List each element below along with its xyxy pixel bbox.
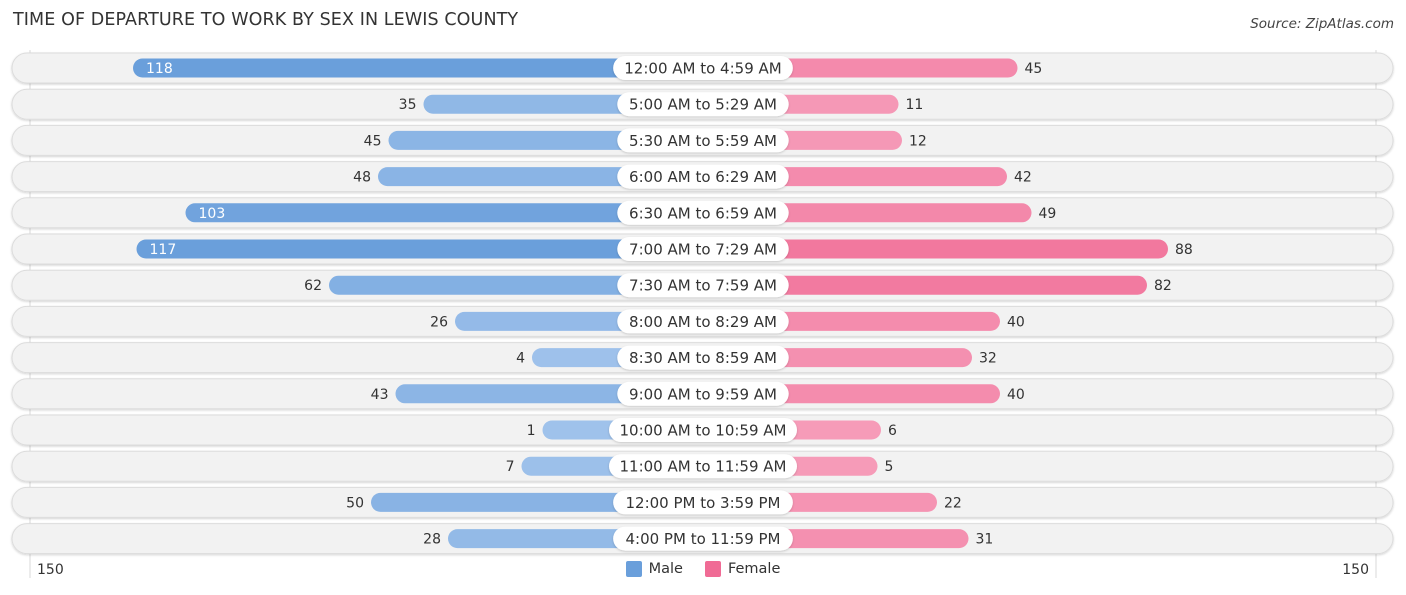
value-label-male: 103: [199, 206, 226, 222]
category-label: 5:00 AM to 5:29 AM: [629, 96, 777, 114]
category-label: 4:00 PM to 11:59 PM: [625, 530, 780, 548]
value-label-male: 45: [364, 133, 382, 149]
category-label: 6:30 AM to 6:59 AM: [629, 204, 777, 222]
value-label-male: 7: [506, 459, 515, 475]
value-label-female: 5: [885, 459, 894, 475]
value-label-male: 118: [146, 61, 173, 77]
category-label: 12:00 PM to 3:59 PM: [625, 494, 780, 512]
value-label-female: 45: [1025, 61, 1043, 77]
value-label-female: 40: [1007, 387, 1025, 403]
value-label-male: 62: [304, 278, 322, 294]
category-label: 8:00 AM to 8:29 AM: [629, 313, 777, 331]
value-label-female: 12: [909, 133, 927, 149]
chart-plot: 118 4512:00 AM to 4:59 AM35 115:00 AM to 5…: [11, 50, 1394, 578]
value-label-male: 28: [423, 532, 441, 548]
value-label-female: 42: [1014, 170, 1032, 186]
value-label-male: 4: [516, 351, 525, 367]
value-label-female: 88: [1175, 242, 1193, 258]
category-label: 11:00 AM to 11:59 AM: [620, 458, 787, 476]
value-label-male: 35: [399, 97, 417, 113]
legend-label-male: Male: [648, 561, 683, 577]
value-label-female: 40: [1007, 314, 1025, 330]
legend-swatch-female: [704, 561, 721, 577]
legend-item-male[interactable]: Male: [625, 561, 683, 577]
value-label-male: 50: [346, 495, 364, 511]
value-label-male: 43: [371, 387, 389, 403]
value-label-male: 117: [150, 242, 177, 258]
category-label: 10:00 AM to 10:59 AM: [620, 422, 787, 440]
legend-item-female[interactable]: Female: [704, 561, 781, 577]
value-label-male: 1: [527, 423, 536, 439]
value-label-male: 48: [353, 170, 371, 186]
value-label-female: 31: [976, 532, 994, 548]
category-label: 9:00 AM to 9:59 AM: [629, 385, 777, 403]
value-label-female: 22: [944, 495, 962, 511]
legend-label-female: Female: [727, 561, 781, 577]
category-label: 7:30 AM to 7:59 AM: [629, 277, 777, 295]
category-label: 8:30 AM to 8:59 AM: [629, 349, 777, 367]
legend: Male Female: [0, 561, 1406, 577]
value-label-female: 32: [979, 351, 997, 367]
category-label: 5:30 AM to 5:59 AM: [629, 132, 777, 150]
legend-swatch-male: [625, 561, 642, 577]
category-label: 12:00 AM to 4:59 AM: [624, 60, 781, 78]
value-label-female: 49: [1039, 206, 1057, 222]
value-label-female: 11: [906, 97, 924, 113]
value-label-male: 26: [430, 314, 448, 330]
value-label-female: 82: [1154, 278, 1172, 294]
category-label: 7:00 AM to 7:29 AM: [629, 241, 777, 259]
category-label: 6:00 AM to 6:29 AM: [629, 168, 777, 186]
value-label-female: 6: [888, 423, 897, 439]
